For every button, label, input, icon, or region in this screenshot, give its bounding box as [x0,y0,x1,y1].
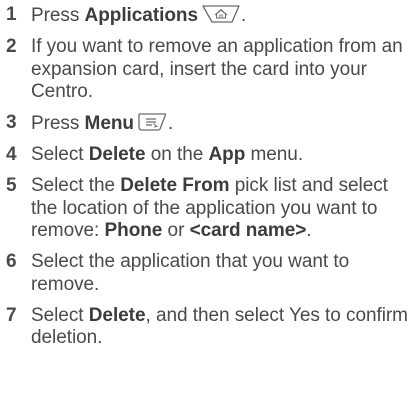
step-text: on the [145,144,209,165]
step-text: . [167,113,174,134]
step-2: 2 If you want to remove an application fr… [6,36,408,104]
step-text: Select the application that you want to … [31,251,350,295]
step-number: 4 [6,144,17,165]
step-number: 5 [6,175,17,196]
step-number: 1 [6,4,17,25]
instruction-list: 1 Press Applications. 2 If you want to rem… [6,4,408,358]
step-4: 4 Select Delete on the App menu. [6,144,408,167]
step-text: or [162,220,190,241]
step-text: Select the [31,175,121,196]
step-text: Press [31,5,85,26]
step-keyword: Phone [104,220,163,241]
step-keyword: Delete From [120,175,230,196]
step-1: 1 Press Applications. [6,4,408,28]
step-number: 3 [6,112,17,133]
step-6: 6 Select the application that you want to… [6,251,408,296]
step-text: . [306,220,312,241]
step-keyword: App [208,144,246,165]
step-text: Select [31,144,89,165]
step-number: 7 [6,304,17,326]
applications-key-icon [201,4,241,24]
step-3: 3 Press Menu. [6,112,408,136]
step-keyword: Menu [84,113,134,134]
step-text: If you want to remove an application fro… [31,36,403,102]
step-7: 7 Select Delete, and then select Yes to c… [6,305,408,350]
step-keyword: Applications [84,5,198,26]
menu-key-icon [137,112,168,132]
step-text: Press [31,113,85,134]
step-keyword: Delete [88,144,146,165]
step-keyword: <card name> [189,220,307,241]
step-number: 6 [6,251,17,272]
step-number: 2 [6,36,17,57]
step-5: 5 Select the Delete From pick list and se… [6,175,408,243]
step-text: menu. [245,144,304,165]
step-text: Select [31,304,89,326]
step-keyword: Delete [88,304,146,326]
step-text: . [240,5,247,26]
